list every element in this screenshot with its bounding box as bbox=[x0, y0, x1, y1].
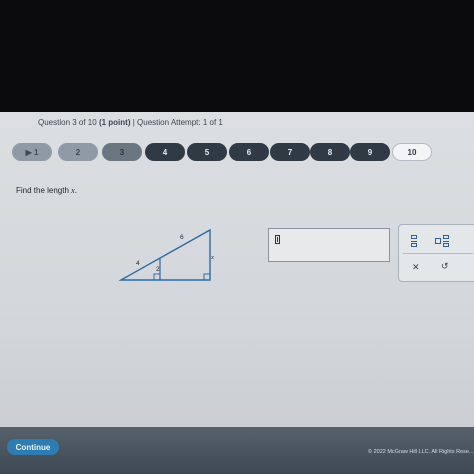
question-attempt: Question Attempt: 1 of 1 bbox=[137, 118, 223, 127]
question-nav-4[interactable]: 4 bbox=[145, 143, 185, 161]
copyright-text: © 2022 McGraw Hill LLC. All Rights Rese.… bbox=[368, 449, 474, 455]
question-nav-1[interactable]: ▶ 1 bbox=[12, 143, 52, 161]
continue-button[interactable]: Continue bbox=[7, 439, 59, 455]
fraction-icon[interactable] bbox=[411, 235, 417, 247]
prompt-end: . bbox=[74, 186, 77, 195]
question-nav-7[interactable]: 7 bbox=[270, 143, 310, 161]
triangle-outline bbox=[118, 228, 211, 281]
question-header: Question 3 of 10 (1 point) | Question At… bbox=[38, 118, 223, 127]
segment-label: 4 bbox=[136, 260, 140, 267]
question-nav-9[interactable]: 9 bbox=[350, 143, 390, 161]
answer-input[interactable] bbox=[268, 228, 390, 262]
hypotenuse-label: 6 bbox=[180, 234, 184, 241]
toolbar-divider bbox=[403, 253, 473, 254]
altitude-label: 2 bbox=[156, 266, 160, 273]
right-angle-mark-altitude bbox=[153, 273, 160, 280]
question-nav-5[interactable]: 5 bbox=[187, 143, 227, 161]
question-nav-8[interactable]: 8 bbox=[310, 143, 350, 161]
question-nav-3[interactable]: 3 bbox=[102, 143, 142, 161]
side-x-label: x bbox=[210, 254, 214, 261]
question-navigation: ▶ 1 2 3 4 5 6 7 8 9 10 bbox=[0, 143, 474, 165]
question-points: (1 point) bbox=[98, 118, 131, 127]
cursor-icon bbox=[275, 235, 280, 244]
question-prompt: Find the length x. bbox=[16, 186, 77, 195]
footer-bar: Continue © 2022 McGraw Hill LLC. All Rig… bbox=[0, 427, 474, 474]
question-nav-10[interactable]: 10 bbox=[392, 143, 432, 161]
math-toolbar: ✕ ↺ bbox=[398, 224, 474, 282]
question-number: Question 3 of 10 bbox=[38, 118, 99, 127]
quiz-screen: Question 3 of 10 (1 point) | Question At… bbox=[0, 112, 474, 474]
question-nav-6[interactable]: 6 bbox=[229, 143, 269, 161]
question-nav-2[interactable]: 2 bbox=[58, 143, 98, 161]
right-angle-mark-corner bbox=[203, 273, 210, 280]
clear-icon[interactable]: ✕ bbox=[412, 262, 420, 273]
undo-icon[interactable]: ↺ bbox=[441, 261, 449, 272]
prompt-text: Find the length bbox=[16, 186, 72, 195]
mixed-number-icon[interactable] bbox=[435, 235, 451, 247]
triangle-figure: 6 x 4 2 bbox=[118, 228, 214, 281]
